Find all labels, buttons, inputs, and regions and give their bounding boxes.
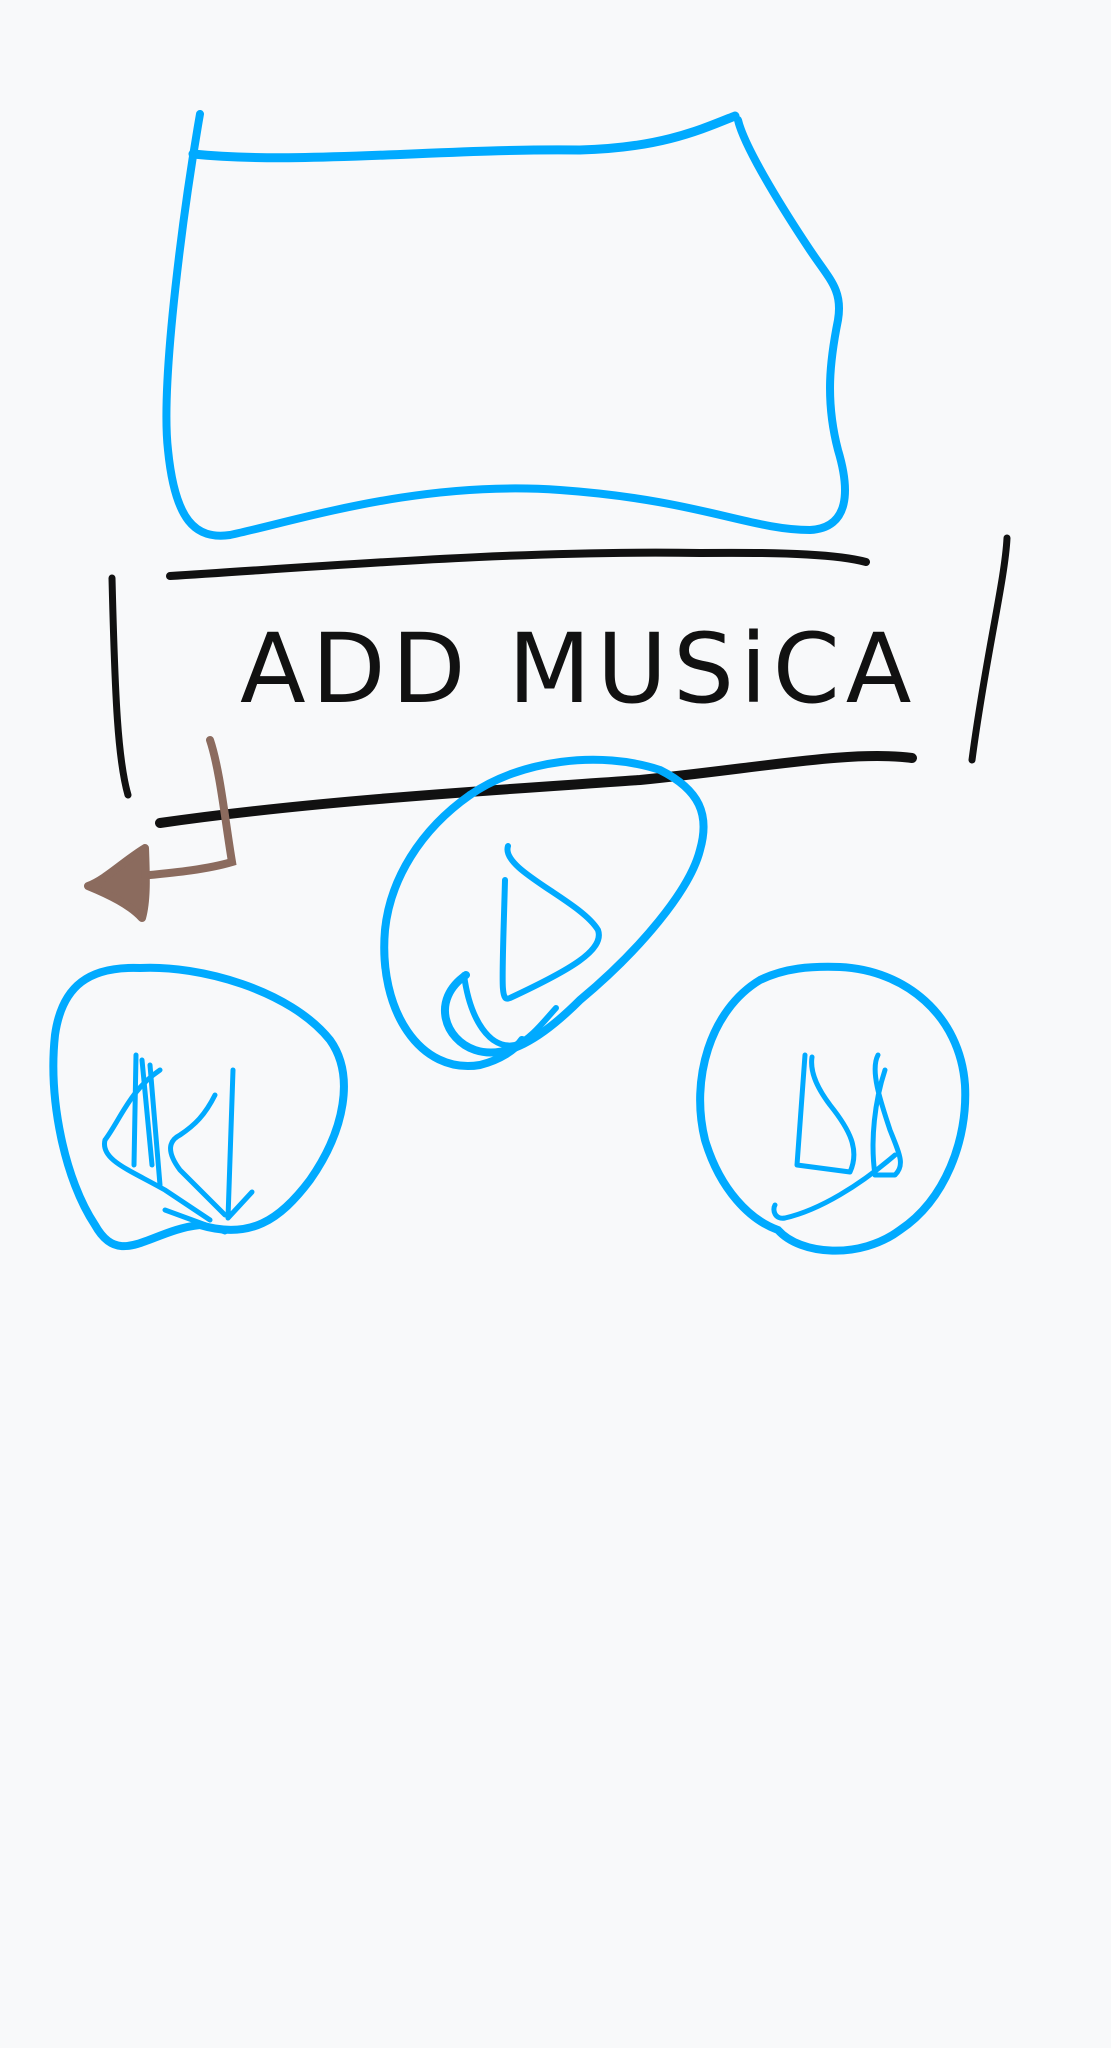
album-art-placeholder (162, 110, 849, 540)
screen: ADD MUSiCA (0, 0, 1111, 2048)
sketch-canvas: ADD MUSiCA (45, 110, 1011, 1258)
previous-button[interactable] (45, 955, 348, 1255)
back-button[interactable] (70, 730, 250, 930)
next-button[interactable] (685, 958, 985, 1258)
back-button-hitarea[interactable] (70, 730, 250, 930)
page-title: ADD MUSiCA (240, 613, 917, 725)
play-button[interactable] (380, 750, 708, 1071)
